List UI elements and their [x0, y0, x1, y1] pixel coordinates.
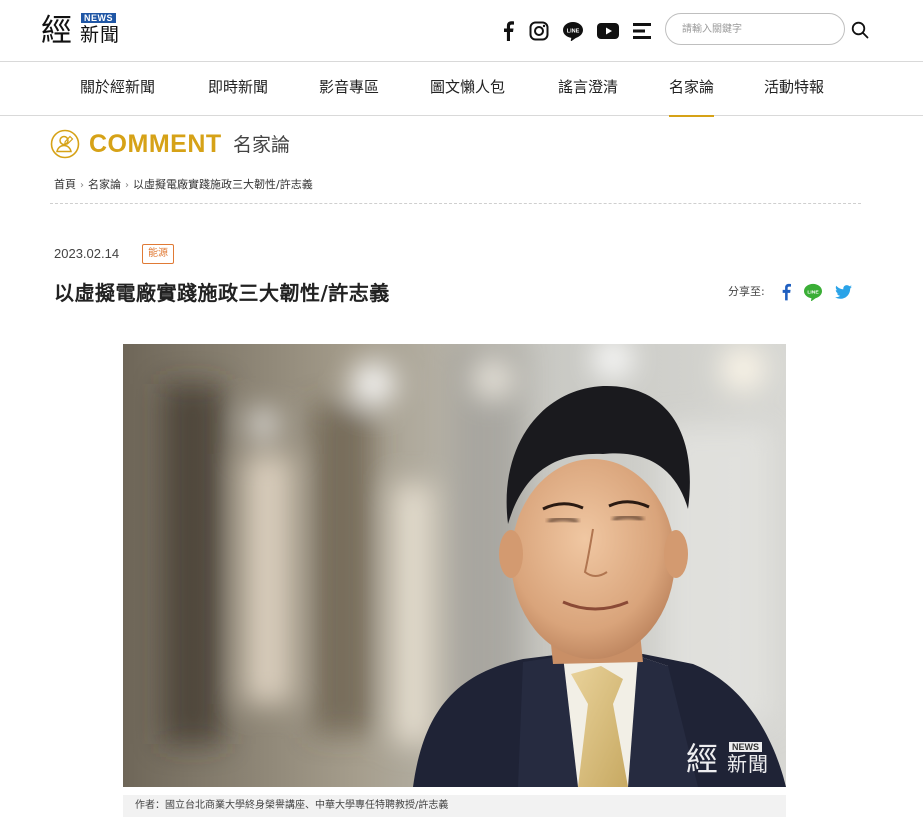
share-line-icon[interactable]: LINE [802, 282, 824, 302]
section-title-zh: 名家論 [233, 134, 291, 156]
nav-item-about[interactable]: 關於經新聞 [80, 62, 155, 116]
facebook-icon[interactable] [498, 19, 518, 43]
svg-text:LINE: LINE [567, 29, 580, 35]
divider [50, 203, 861, 204]
logo-news-badge: NEWS [81, 13, 116, 23]
youtube-icon[interactable] [596, 19, 620, 43]
breadcrumb: 首頁 › 名家論 › 以虛擬電廠實踐施政三大韌性/許志義 [54, 177, 313, 194]
instagram-icon[interactable] [528, 19, 550, 43]
category-tag[interactable]: 能源 [142, 244, 174, 264]
watermark-text: 新聞 [727, 752, 769, 776]
breadcrumb-current: 以虛擬電廠實踐施政三大韌性/許志義 [133, 178, 313, 191]
article-photo: 經 NEWS 新聞 [123, 344, 786, 787]
nav-item-video[interactable]: 影音專區 [319, 62, 379, 116]
search-icon[interactable] [851, 21, 869, 39]
photo-caption: 作者：國立台北商業大學終身榮譽講座、中華大學專任特聘教授/許志義 [123, 795, 786, 817]
line-icon[interactable]: LINE [561, 19, 585, 43]
search-input[interactable] [665, 13, 845, 45]
breadcrumb-separator-icon: › [80, 180, 84, 191]
nav-item-events[interactable]: 活動特報 [764, 62, 824, 116]
watermark-logo: 經 NEWS 新聞 [686, 741, 776, 779]
nav-item-infographics[interactable]: 圖文懶人包 [430, 62, 505, 116]
breadcrumb-separator-icon: › [125, 180, 129, 191]
site-header: 經 NEWS 新聞 LINE [0, 0, 923, 62]
nav-item-fact-check[interactable]: 謠言澄清 [558, 62, 618, 116]
article-date: 2023.02.14 [54, 246, 120, 261]
site-logo[interactable]: 經 NEWS 新聞 [41, 12, 121, 48]
watermark-news-badge: NEWS [729, 742, 762, 752]
section-title-en: COMMENT [89, 130, 222, 158]
article-title: 以虛擬電廠實踐施政三大韌性/許志義 [54, 281, 390, 305]
comment-section-icon [50, 129, 80, 159]
breadcrumb-home[interactable]: 首頁 [54, 178, 76, 191]
breadcrumb-comment[interactable]: 名家論 [88, 178, 121, 191]
share-twitter-icon[interactable] [834, 282, 852, 302]
main-nav: 關於經新聞 即時新聞 影音專區 圖文懶人包 謠言澄清 名家論 活動特報 [0, 62, 923, 117]
share-label: 分享至: [728, 285, 765, 298]
nav-item-comment[interactable]: 名家論 [669, 62, 715, 117]
logo-text: 新聞 [80, 24, 121, 46]
share-facebook-icon[interactable] [779, 282, 793, 302]
nav-item-breaking-news[interactable]: 即時新聞 [208, 62, 268, 116]
watermark-char: 經 [686, 740, 719, 778]
svg-text:LINE: LINE [807, 289, 819, 295]
logo-char: 經 [41, 13, 72, 49]
menu-icon[interactable] [632, 19, 652, 43]
